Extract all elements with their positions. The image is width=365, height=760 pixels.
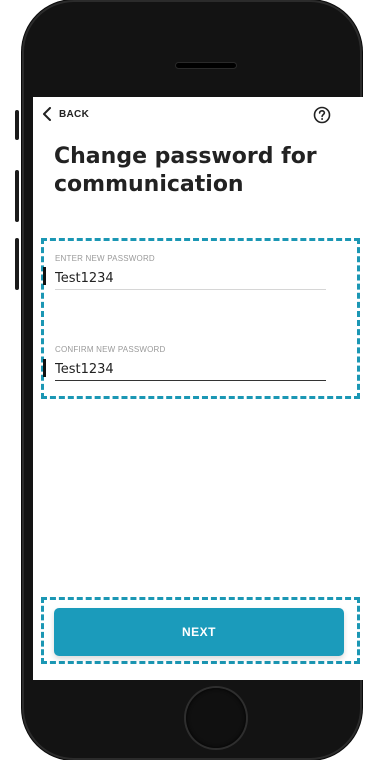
confirm-password-label: CONFIRM NEW PASSWORD xyxy=(55,345,166,354)
app-screen: BACK Change password for communication E… xyxy=(33,97,365,680)
question-circle-icon[interactable] xyxy=(313,106,331,124)
earpiece-speaker xyxy=(176,63,236,68)
new-password-field: ENTER NEW PASSWORD xyxy=(55,254,326,290)
volume-down-button xyxy=(15,238,19,290)
home-button xyxy=(186,688,246,748)
confirm-password-field: CONFIRM NEW PASSWORD xyxy=(55,345,326,381)
text-cursor-marker xyxy=(43,359,46,377)
page-title: Change password for communication xyxy=(54,144,317,197)
new-password-underline xyxy=(55,289,326,290)
volume-up-button xyxy=(15,170,19,222)
chevron-left-icon xyxy=(43,107,51,121)
confirm-password-underline xyxy=(55,380,326,381)
confirm-password-input[interactable] xyxy=(55,360,326,378)
new-password-label: ENTER NEW PASSWORD xyxy=(55,254,155,263)
text-cursor-marker xyxy=(43,267,46,285)
silent-switch xyxy=(15,110,19,140)
top-bar: BACK xyxy=(33,97,351,137)
new-password-input[interactable] xyxy=(55,269,326,287)
back-button[interactable]: BACK xyxy=(42,107,89,121)
next-button[interactable]: NEXT xyxy=(54,608,344,656)
back-label: BACK xyxy=(59,108,90,120)
